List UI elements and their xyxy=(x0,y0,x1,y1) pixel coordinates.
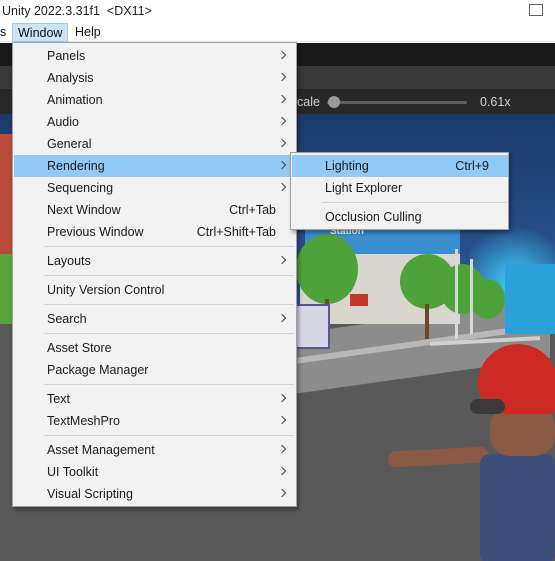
scale-value: 0.61x xyxy=(480,95,511,109)
menu-bar: s Window Help xyxy=(0,22,555,42)
window-title: Unity 2022.3.31f1 <DX11> xyxy=(2,4,152,18)
neon-building xyxy=(505,264,555,334)
menu-item-next-window[interactable]: Next Window Ctrl+Tab xyxy=(14,199,295,221)
menu-item-analysis[interactable]: Analysis xyxy=(14,67,295,89)
submenu-item-occlusion-culling[interactable]: Occlusion Culling xyxy=(292,206,508,228)
menu-separator xyxy=(44,384,294,385)
tree xyxy=(470,279,505,319)
menu-item-label: Audio xyxy=(47,115,79,129)
menu-item-rendering[interactable]: Rendering xyxy=(14,155,295,177)
menu-item-label: Visual Scripting xyxy=(47,487,133,501)
menu-item-previous-window[interactable]: Previous Window Ctrl+Shift+Tab xyxy=(14,221,295,243)
title-bar: Unity 2022.3.31f1 <DX11> xyxy=(0,0,555,22)
chevron-right-icon xyxy=(279,52,285,60)
submenu-item-shortcut: Ctrl+9 xyxy=(455,159,489,173)
chevron-right-icon xyxy=(279,395,285,403)
chevron-right-icon xyxy=(279,96,285,104)
menu-item-label: Unity Version Control xyxy=(47,283,165,297)
maximize-icon[interactable] xyxy=(515,0,555,22)
character xyxy=(470,344,555,561)
menu-separator xyxy=(44,435,294,436)
menu-item-label: Panels xyxy=(47,49,86,63)
menu-item-label: Sequencing xyxy=(47,181,114,195)
street-pole xyxy=(455,249,458,339)
chevron-right-icon xyxy=(279,446,285,454)
tree xyxy=(296,234,358,304)
menu-item-label: Analysis xyxy=(47,71,94,85)
menu-item-text[interactable]: Text xyxy=(14,388,295,410)
chevron-right-icon xyxy=(279,315,285,323)
menu-item-ui-toolkit[interactable]: UI Toolkit xyxy=(14,461,295,483)
submenu-item-lighting[interactable]: Lighting Ctrl+9 xyxy=(292,155,508,177)
character-body xyxy=(480,454,555,561)
menu-help[interactable]: Help xyxy=(70,23,106,42)
menu-assets[interactable]: s xyxy=(0,23,11,42)
menu-item-search[interactable]: Search xyxy=(14,308,295,330)
submenu-item-label: Occlusion Culling xyxy=(325,210,422,224)
menu-item-label: Asset Store xyxy=(47,341,112,355)
chevron-right-icon xyxy=(279,468,285,476)
scale-slider-handle[interactable] xyxy=(328,96,340,108)
chevron-right-icon xyxy=(279,184,285,192)
car xyxy=(350,294,368,306)
menu-item-label: Rendering xyxy=(47,159,105,173)
menu-separator xyxy=(44,246,294,247)
menu-separator xyxy=(44,275,294,276)
menu-item-audio[interactable]: Audio xyxy=(14,111,295,133)
character-cap-brim xyxy=(470,399,505,414)
submenu-item-light-explorer[interactable]: Light Explorer xyxy=(292,177,508,199)
menu-item-animation[interactable]: Animation xyxy=(14,89,295,111)
rendering-submenu: Lighting Ctrl+9 Light Explorer Occlusion… xyxy=(290,152,509,230)
chevron-right-icon xyxy=(279,118,285,126)
menu-item-label: Asset Management xyxy=(47,443,155,457)
menu-item-package-manager[interactable]: Package Manager xyxy=(14,359,295,381)
scale-slider-track[interactable] xyxy=(327,101,467,104)
menu-item-label: Search xyxy=(47,312,87,326)
menu-separator xyxy=(44,333,294,334)
menu-item-unity-version-control[interactable]: Unity Version Control xyxy=(14,279,295,301)
menu-item-visual-scripting[interactable]: Visual Scripting xyxy=(14,483,295,505)
menu-item-label: Package Manager xyxy=(47,363,149,377)
chevron-right-icon xyxy=(279,162,285,170)
menu-item-textmeshpro[interactable]: TextMeshPro xyxy=(14,410,295,432)
menu-item-sequencing[interactable]: Sequencing xyxy=(14,177,295,199)
menu-item-label: Previous Window xyxy=(47,225,144,239)
menu-item-layouts[interactable]: Layouts xyxy=(14,250,295,272)
menu-item-shortcut: Ctrl+Tab xyxy=(229,203,276,217)
menu-item-label: Animation xyxy=(47,93,103,107)
scale-label: cale xyxy=(297,95,320,109)
menu-item-shortcut: Ctrl+Shift+Tab xyxy=(196,225,276,239)
chevron-right-icon xyxy=(279,417,285,425)
menu-item-label: Next Window xyxy=(47,203,121,217)
menu-separator xyxy=(44,304,294,305)
menu-item-label: Layouts xyxy=(47,254,91,268)
menu-item-panels[interactable]: Panels xyxy=(14,45,295,67)
tree-trunk xyxy=(425,304,429,339)
menu-item-label: TextMeshPro xyxy=(47,414,120,428)
chevron-right-icon xyxy=(279,74,285,82)
menu-item-label: General xyxy=(47,137,92,151)
menu-item-label: Text xyxy=(47,392,70,406)
window-menu-dropdown: Panels Analysis Animation Audio General … xyxy=(12,42,297,507)
submenu-item-label: Light Explorer xyxy=(325,181,403,195)
chevron-right-icon xyxy=(279,140,285,148)
submenu-separator xyxy=(322,202,507,203)
menu-item-general[interactable]: General xyxy=(14,133,295,155)
menu-item-asset-store[interactable]: Asset Store xyxy=(14,337,295,359)
menu-item-label: UI Toolkit xyxy=(47,465,99,479)
submenu-item-label: Lighting xyxy=(325,159,369,173)
chevron-right-icon xyxy=(279,490,285,498)
street-pole xyxy=(470,259,473,334)
menu-window[interactable]: Window xyxy=(12,23,69,42)
chevron-right-icon xyxy=(279,257,285,265)
menu-item-asset-management[interactable]: Asset Management xyxy=(14,439,295,461)
